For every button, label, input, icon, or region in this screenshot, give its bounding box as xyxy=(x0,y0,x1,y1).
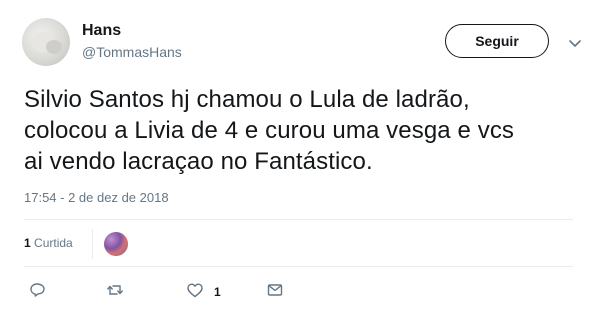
liker-avatar[interactable] xyxy=(104,232,128,256)
like-icon xyxy=(186,281,204,304)
follow-button[interactable]: Seguir xyxy=(445,24,549,58)
tweet-line: Silvio Santos hj chamou o Lula de ladrão… xyxy=(24,86,470,113)
message-icon xyxy=(266,281,284,304)
divider xyxy=(24,266,573,267)
like-count: 1 xyxy=(214,285,221,299)
tweet-line: ai vendo lacraçao no Fantástico. xyxy=(24,148,373,175)
like-button[interactable]: 1 xyxy=(186,282,221,302)
reply-icon xyxy=(28,281,46,304)
avatar[interactable] xyxy=(22,18,70,66)
likes-label: Curtida xyxy=(34,236,73,250)
retweet-button[interactable] xyxy=(106,282,124,302)
likes-stat[interactable]: 1 Curtida xyxy=(24,236,73,250)
likes-count: 1 xyxy=(24,236,31,250)
divider xyxy=(24,219,573,220)
avatar-shape xyxy=(46,40,62,54)
stat-separator xyxy=(92,229,93,259)
user-handle[interactable]: @TommasHans xyxy=(82,44,182,60)
chevron-down-icon[interactable] xyxy=(566,34,584,52)
tweet-timestamp[interactable]: 17:54 - 2 de dez de 2018 xyxy=(24,190,169,205)
tweet-line: colocou a Livia de 4 e curou uma vesga e… xyxy=(24,117,515,144)
reply-button[interactable] xyxy=(28,282,46,302)
tweet-text: Silvio Santos hj chamou o Lula de ladrão… xyxy=(24,84,564,177)
retweet-icon xyxy=(106,281,124,304)
user-name[interactable]: Hans xyxy=(82,22,121,40)
message-button[interactable] xyxy=(266,282,284,302)
